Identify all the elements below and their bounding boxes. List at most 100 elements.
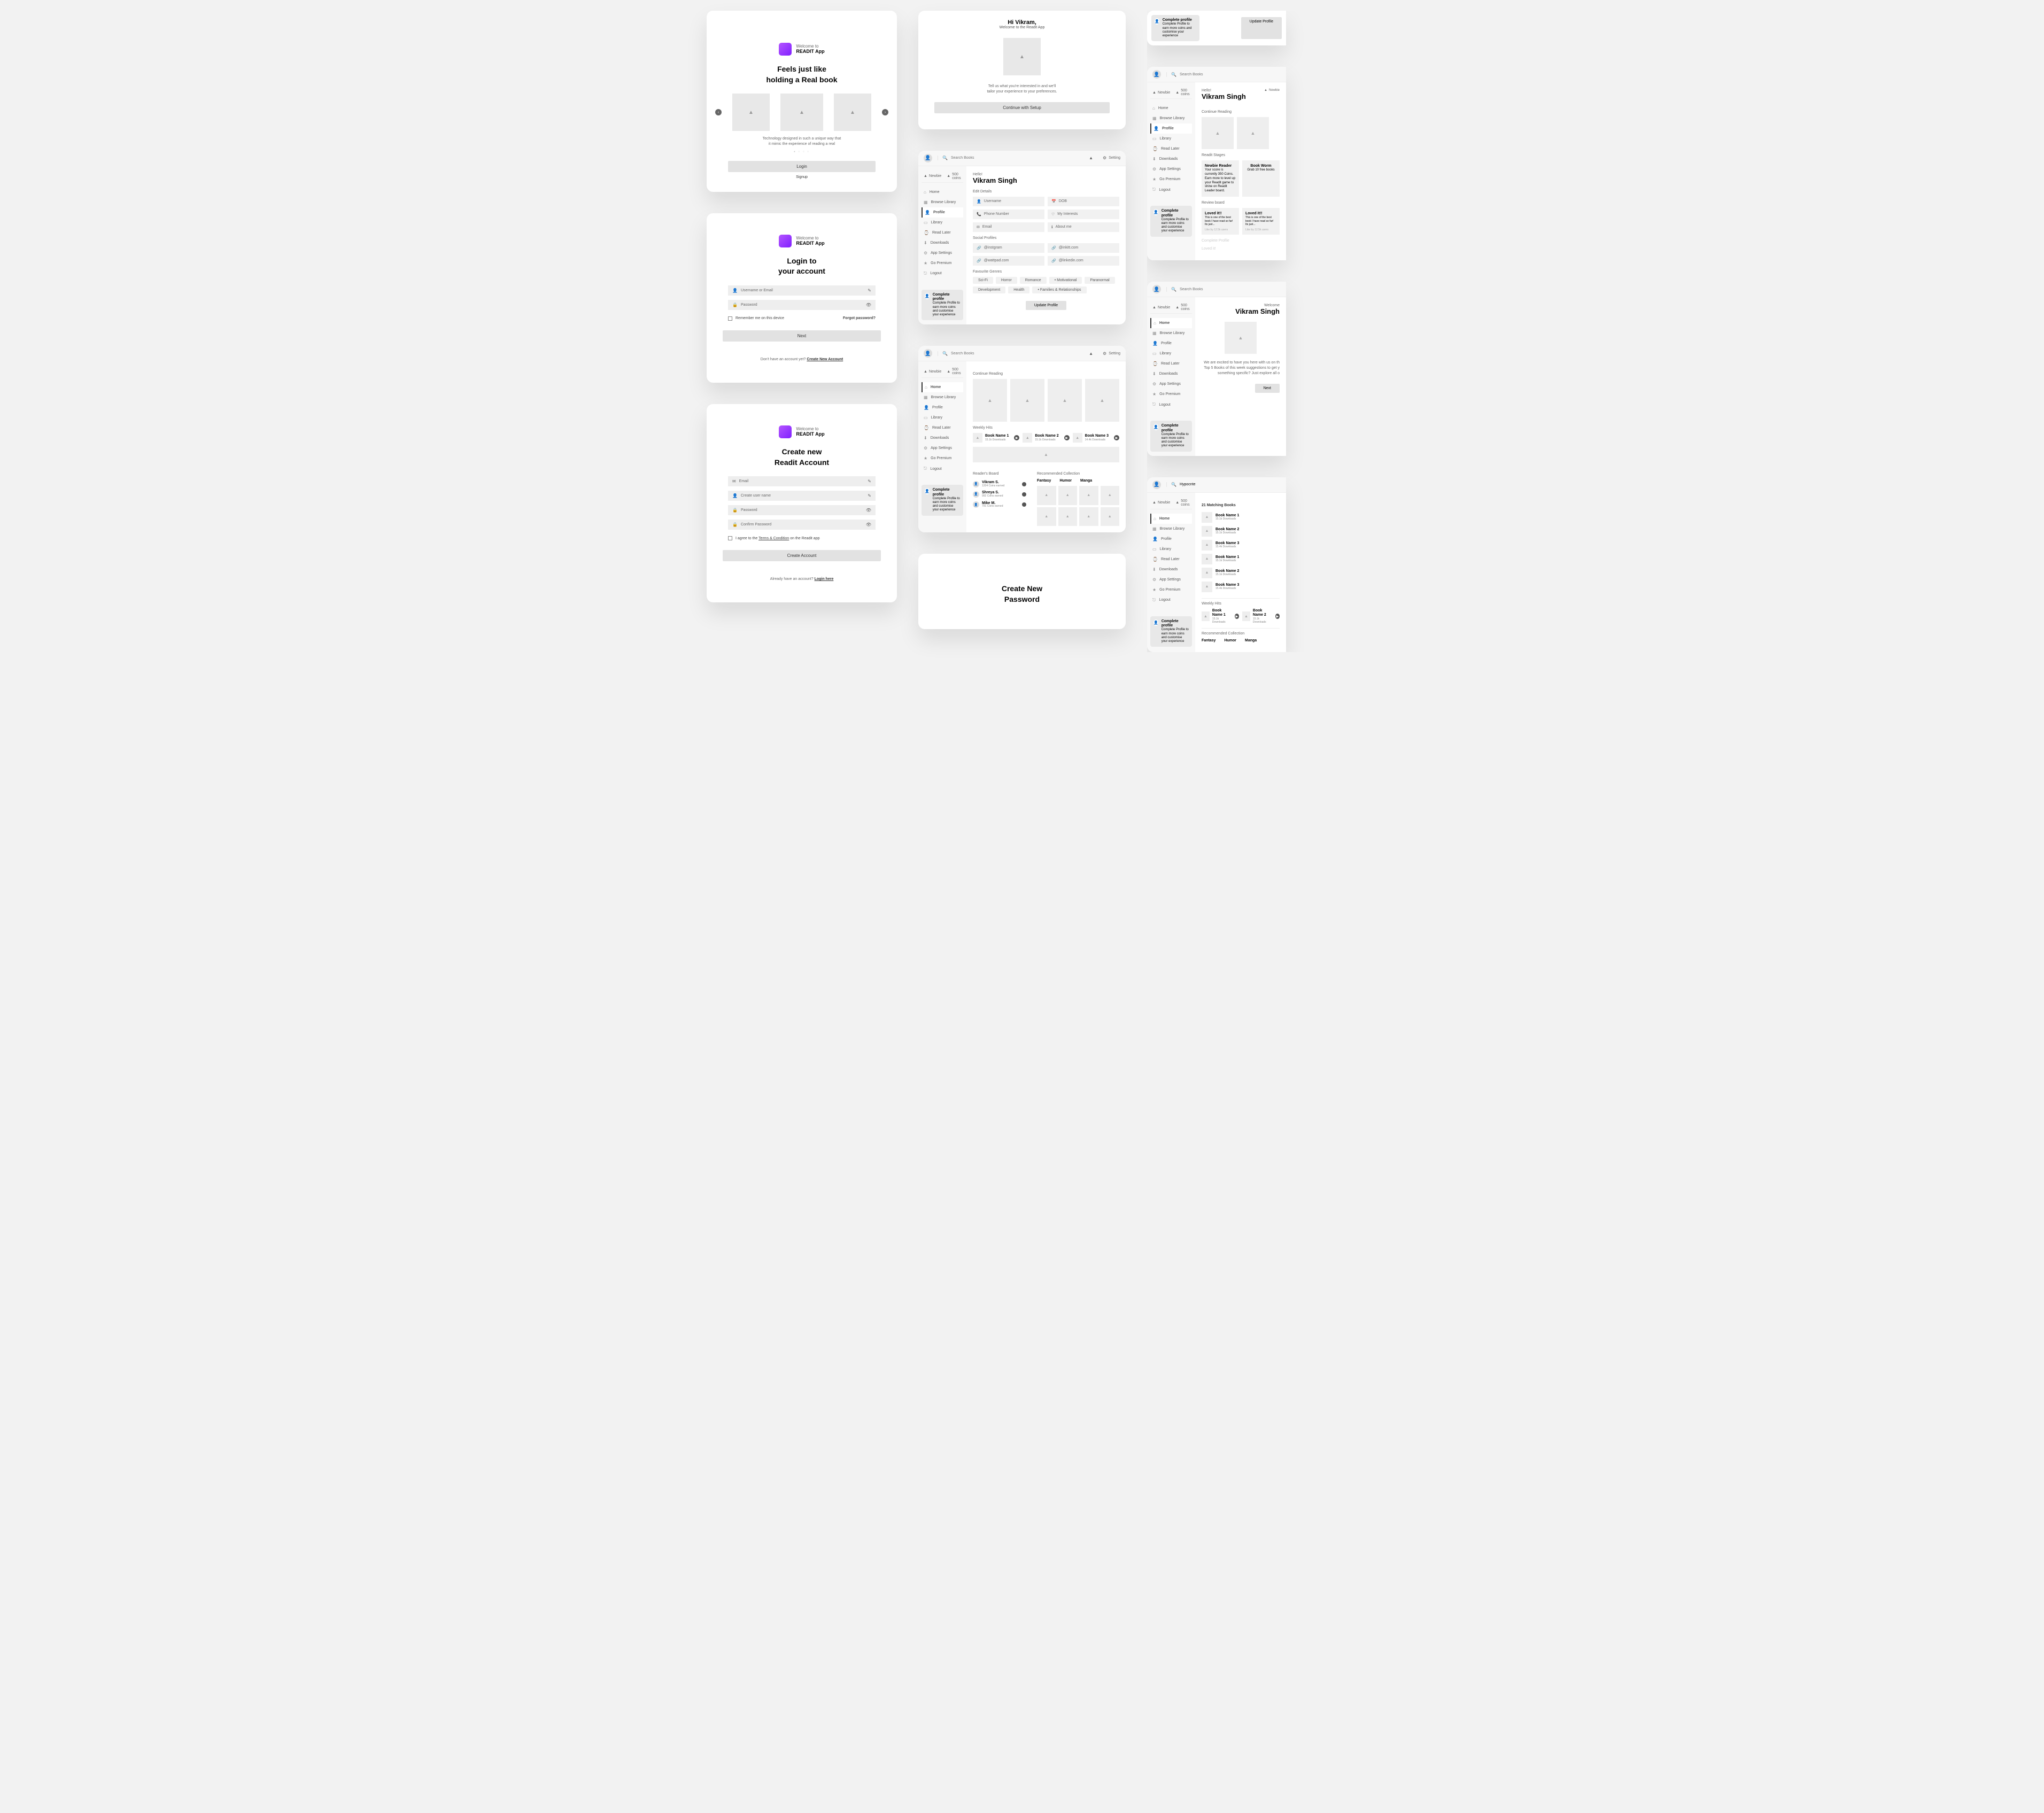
confirm-password-field[interactable]: 🔒Confirm Password👁 xyxy=(728,520,876,530)
update-profile-strip: 👤Complete profileComplete Profile to ear… xyxy=(1147,11,1286,45)
user-avatar[interactable]: 👤 xyxy=(1152,70,1161,79)
nav-downloads[interactable]: ⬇Downloads xyxy=(922,433,963,443)
nav-profile[interactable]: 👤Profile xyxy=(922,207,963,218)
nav-readlater[interactable]: ⌚Read Later xyxy=(922,228,963,238)
social-inkitt[interactable]: 🔗@inkitt.com xyxy=(1048,243,1119,253)
complete-profile-card[interactable]: 👤Complete profileComplete Profile to ear… xyxy=(1151,15,1199,41)
login-button[interactable]: Login xyxy=(728,161,876,172)
search-result-row[interactable]: ▲Book Name 115.1k Downloads xyxy=(1202,510,1280,524)
user-avatar[interactable]: 👤 xyxy=(924,154,932,162)
reader-row[interactable]: 👤Mike M.791 Coins earned xyxy=(973,500,1026,510)
phone-field[interactable]: 📞Phone Number xyxy=(973,210,1044,219)
search-result-row[interactable]: ▲Book Name 315.4k Downloads xyxy=(1202,580,1280,594)
weekly-hit-row[interactable]: ▲Book Name 314.4k Downloads▶ xyxy=(1073,433,1119,443)
about-field[interactable]: ℹAbout me xyxy=(1048,222,1119,232)
password-field[interactable]: 🔒Password👁 xyxy=(728,505,876,515)
nav-profile[interactable]: 👤Profile xyxy=(922,402,963,413)
reader-row[interactable]: 👤Shreya S.992 Coins earned xyxy=(973,489,1026,499)
update-profile-button[interactable]: Update Profile xyxy=(1026,301,1066,310)
user-avatar[interactable]: 👤 xyxy=(924,349,932,358)
reader-row[interactable]: 👤Vikram S.1204 Coins earned xyxy=(973,479,1026,489)
nav-home[interactable]: ⌂Home xyxy=(922,187,963,197)
tab-manga[interactable]: Manga xyxy=(1080,479,1092,483)
nav-settings[interactable]: ⚙App Settings xyxy=(922,248,963,258)
email-field[interactable]: ✉Email✎ xyxy=(728,476,876,486)
weekly-hit-row[interactable]: ▲Book Name 115.1k Downloads▶ xyxy=(973,433,1019,443)
weekly-hit-row[interactable]: ▲Book Name 215.1k Downloads▶ xyxy=(1242,609,1280,624)
genre-tag[interactable]: Development xyxy=(973,286,1005,293)
update-profile-button[interactable]: Update Profile xyxy=(1241,17,1282,39)
complete-profile-card[interactable]: 👤Complete profileComplete Profile to ear… xyxy=(922,485,963,516)
remember-checkbox[interactable] xyxy=(728,316,732,321)
create-account-button[interactable]: Create Account xyxy=(723,550,881,561)
complete-profile-card[interactable]: 👤Complete profileComplete Profile to ear… xyxy=(1150,206,1192,237)
image-search-icon[interactable]: ▲ xyxy=(1089,156,1093,160)
book-tile[interactable]: ▲ xyxy=(1085,379,1119,422)
search-result-row[interactable]: ▲Book Name 315.4k Downloads xyxy=(1202,538,1280,552)
nav-home[interactable]: ⌂Home xyxy=(922,382,963,392)
password-field[interactable]: 🔒Password👁 xyxy=(728,300,876,310)
interests-field[interactable]: ♡My Interests xyxy=(1048,210,1119,219)
badge-newbie: ▲ Newbie xyxy=(924,173,941,180)
username-field[interactable]: 👤Username or Email✎ xyxy=(728,285,876,296)
book-tile[interactable]: ▲ xyxy=(1048,379,1082,422)
next-button[interactable]: Next xyxy=(723,330,881,342)
nav-premium[interactable]: ★Go Premium xyxy=(922,258,963,268)
nav-settings[interactable]: ⚙App Settings xyxy=(922,443,963,453)
genre-tag[interactable]: Health xyxy=(1008,286,1029,293)
genre-tag[interactable]: Horror xyxy=(996,277,1017,284)
social-wattpad[interactable]: 🔗@wattpad.com xyxy=(973,256,1044,266)
terms-checkbox[interactable] xyxy=(728,536,732,540)
forgot-link[interactable]: Forgot password? xyxy=(843,316,876,320)
email-field[interactable]: ✉Email xyxy=(973,222,1044,232)
search-input[interactable]: 🔍▲ xyxy=(938,351,1097,356)
username-field[interactable]: 👤Username xyxy=(973,197,1044,206)
nav-browse[interactable]: ▦Browse Library xyxy=(922,197,963,207)
genre-tag[interactable]: Paranormal xyxy=(1085,277,1114,284)
genre-tag[interactable]: Motivational xyxy=(1049,277,1082,284)
social-linkedin[interactable]: 🔗@linkedin.com xyxy=(1048,256,1119,266)
interest-card: Hi Vikram, Welcome to the Readit App ▲ T… xyxy=(918,11,1126,129)
settings-link[interactable]: ⚙Setting xyxy=(1103,156,1120,160)
book-tile[interactable]: ▲ xyxy=(1037,486,1056,505)
genre-tag[interactable]: Sci-Fi xyxy=(973,277,993,284)
weekly-hit-row[interactable]: ▲Book Name 115.1k Downloads▶ xyxy=(1202,609,1239,624)
nav-downloads[interactable]: ⬇Downloads xyxy=(922,238,963,248)
search-input[interactable]: 🔍 xyxy=(1166,482,1281,487)
carousel-next-icon[interactable]: › xyxy=(882,109,888,115)
carousel-prev-icon[interactable]: ‹ xyxy=(715,109,722,115)
search-input[interactable]: 🔍▲ xyxy=(938,156,1097,160)
create-account-link[interactable]: Create New Account xyxy=(807,358,843,361)
nav-readlater[interactable]: ⌚Read Later xyxy=(922,423,963,433)
username-field[interactable]: 👤Create user name✎ xyxy=(728,491,876,501)
dob-field[interactable]: 📅DOB xyxy=(1048,197,1119,206)
book-tile[interactable]: ▲ xyxy=(973,379,1007,422)
tab-fantasy[interactable]: Fantasy xyxy=(1037,479,1051,483)
settings-link[interactable]: ⚙Setting xyxy=(1103,351,1120,356)
search-result-row[interactable]: ▲Book Name 215.1k Downloads xyxy=(1202,524,1280,538)
play-icon[interactable]: ▶ xyxy=(1014,435,1019,440)
nav-library[interactable]: ▭Library xyxy=(922,218,963,228)
search-result-row[interactable]: ▲Book Name 215.1k Downloads xyxy=(1202,566,1280,580)
play-icon[interactable]: ▶ xyxy=(1064,435,1070,440)
genre-tag[interactable]: Families & Relationships xyxy=(1032,286,1086,293)
nav-logout[interactable]: ⎋Logout xyxy=(922,268,963,279)
tab-humor[interactable]: Humor xyxy=(1059,479,1072,483)
play-icon[interactable]: ▶ xyxy=(1114,435,1119,440)
complete-profile-card[interactable]: 👤Complete profileComplete Profile to ear… xyxy=(922,290,963,321)
nav-logout[interactable]: ⎋Logout xyxy=(922,463,963,474)
nav-browse[interactable]: ▦Browse Library xyxy=(922,392,963,402)
genre-tag[interactable]: Romance xyxy=(1020,277,1047,284)
next-button[interactable]: Next xyxy=(1255,384,1280,393)
promo-banner[interactable]: ▲ xyxy=(973,447,1119,462)
social-instagram[interactable]: 🔗@instgram xyxy=(973,243,1044,253)
search-result-row[interactable]: ▲Book Name 115.1k Downloads xyxy=(1202,552,1280,566)
login-link[interactable]: Login here xyxy=(815,577,834,581)
search-input[interactable]: 🔍 xyxy=(1166,72,1281,77)
signup-link[interactable]: Signup xyxy=(707,175,897,179)
continue-button[interactable]: Continue with Setup xyxy=(934,102,1110,113)
book-tile[interactable]: ▲ xyxy=(1010,379,1044,422)
nav-premium[interactable]: ★Go Premium xyxy=(922,453,963,463)
nav-library[interactable]: ▭Library xyxy=(922,413,963,423)
weekly-hit-row[interactable]: ▲Book Name 215.1k Downloads▶ xyxy=(1023,433,1069,443)
